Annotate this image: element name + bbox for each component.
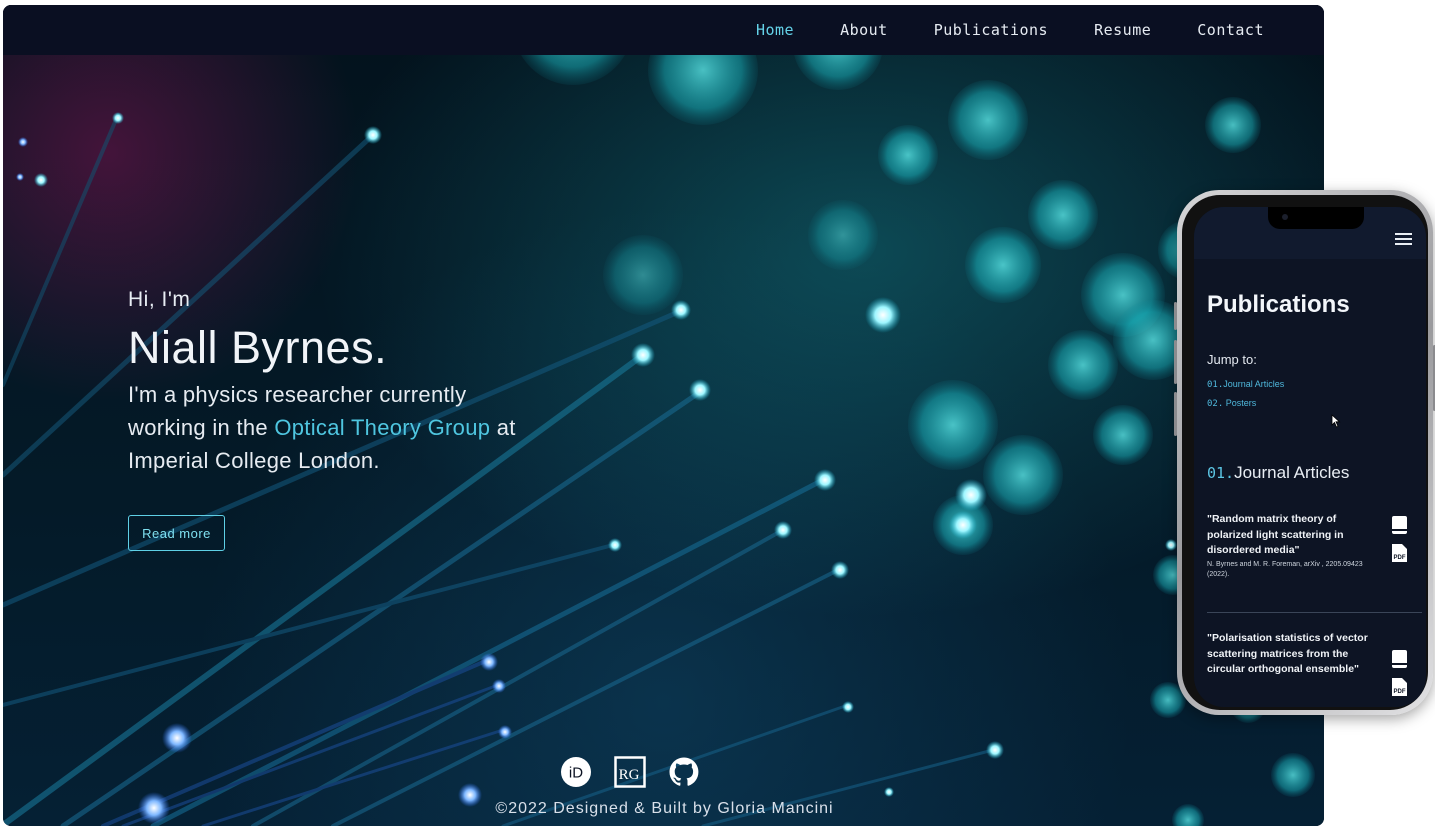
phone-notch [1268, 207, 1364, 229]
social-links: iD RG [559, 755, 701, 789]
phone-mockup: Publications Jump to: 01.Journal Article… [1174, 190, 1435, 715]
hero-name: Niall Byrnes. [128, 322, 388, 373]
front-camera [1282, 214, 1288, 220]
hero-greeting: Hi, I'm [128, 288, 191, 311]
book-icon[interactable] [1391, 649, 1408, 669]
svg-text:iD: iD [569, 765, 583, 782]
pdf-icon[interactable]: PDF [1391, 543, 1408, 563]
mouse-cursor-icon [1331, 414, 1341, 428]
phone-side-button [1174, 302, 1177, 330]
phone-volume-down-button [1174, 392, 1177, 436]
publication-item: "Polarisation statistics of vector scatt… [1207, 631, 1372, 678]
book-icon[interactable] [1391, 515, 1408, 535]
section-number: 01. [1207, 464, 1235, 482]
researchgate-icon[interactable]: RG [613, 755, 647, 789]
nav-publications-link[interactable]: Publications [934, 21, 1048, 39]
svg-text:PDF: PDF [1394, 689, 1406, 695]
jump-link-label: Posters [1223, 398, 1257, 408]
publication-actions: PDF [1391, 649, 1408, 705]
svg-text:PDF: PDF [1394, 555, 1406, 561]
top-navigation: Home About Publications Resume Contact [3, 5, 1324, 55]
nav-about-link[interactable]: About [840, 21, 888, 39]
hero-bio: I'm a physics researcher currently worki… [128, 378, 538, 477]
phone-screen: Publications Jump to: 01.Journal Article… [1194, 207, 1426, 707]
hamburger-menu-icon[interactable] [1395, 233, 1412, 245]
github-icon[interactable] [667, 755, 701, 789]
jump-link-label: Journal Articles [1223, 379, 1285, 389]
publication-title: "Random matrix theory of polarized light… [1207, 513, 1344, 556]
phone-volume-up-button [1174, 340, 1177, 384]
phone-bezel: Publications Jump to: 01.Journal Article… [1182, 195, 1428, 710]
publication-divider [1207, 612, 1422, 613]
publication-actions: PDF [1391, 515, 1408, 571]
read-more-button[interactable]: Read more [128, 515, 225, 551]
orcid-icon[interactable]: iD [559, 755, 593, 789]
svg-text:RG: RG [619, 767, 640, 783]
optical-theory-group-link[interactable]: Optical Theory Group [274, 415, 490, 440]
jump-link-number: 01. [1207, 380, 1224, 390]
section-title: Journal Articles [1234, 463, 1350, 482]
publications-title: Publications [1207, 291, 1350, 318]
jump-link-posters[interactable]: 02. Posters [1207, 398, 1256, 409]
hero-intro: Hi, I'm Niall Byrnes. I'm a physics rese… [128, 288, 538, 477]
nav-resume-link[interactable]: Resume [1094, 21, 1151, 39]
footer-credit: ©2022 Designed & Built by Gloria Mancini [495, 800, 834, 817]
website-viewport: Home About Publications Resume Contact H… [3, 5, 1324, 826]
jump-link-number: 02. [1207, 399, 1224, 409]
pdf-icon[interactable]: PDF [1391, 677, 1408, 697]
nav-home-link[interactable]: Home [756, 21, 794, 39]
publication-item: "Random matrix theory of polarized light… [1207, 512, 1372, 580]
jump-to-label: Jump to: [1207, 352, 1257, 367]
publication-title: "Polarisation statistics of vector scatt… [1207, 632, 1368, 675]
nav-contact-link[interactable]: Contact [1197, 21, 1264, 39]
journal-articles-heading: 01.Journal Articles [1207, 463, 1349, 483]
publication-authors: N. Byrnes and M. R. Foreman, arXiv , 220… [1207, 560, 1363, 578]
jump-link-journal-articles[interactable]: 01.Journal Articles [1207, 379, 1284, 390]
